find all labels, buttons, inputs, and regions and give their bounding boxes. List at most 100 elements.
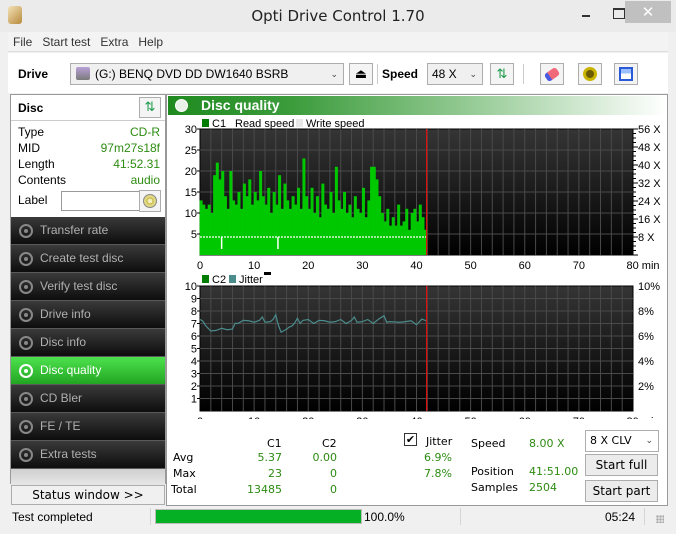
app-window: Opti Drive Control 1.70 ✕ File Start test… (0, 0, 676, 534)
c1-bar (397, 204, 401, 255)
nav-label: CD Bler (40, 391, 83, 405)
close-button[interactable]: ✕ (625, 1, 671, 23)
y-tick-label: 10 (185, 281, 197, 293)
settings-button[interactable] (578, 63, 602, 85)
menu-help[interactable]: Help (133, 32, 168, 49)
menu-start-test[interactable]: Start test (37, 32, 95, 49)
nav-create-test-disc[interactable]: Create test disc (11, 245, 165, 273)
c1-bar (370, 166, 374, 255)
nav-label: Extra tests (40, 447, 97, 461)
left-panel: Disc ⇅ Type CD-R MID 97m27s18f Length 41:52… (10, 94, 166, 491)
nav-disc-info[interactable]: Disc info (11, 329, 165, 357)
disc-icon (19, 280, 33, 294)
stats-header-c2: C2 (322, 437, 337, 450)
menu-file[interactable]: File (8, 32, 37, 49)
c1-bar (340, 208, 344, 255)
disc-icon (19, 448, 33, 462)
test-speed-select[interactable]: 8 X CLV ⌄ (585, 430, 659, 452)
legend-label-write-speed: Write speed (306, 118, 365, 130)
legend-label-read-speed: Read speed (235, 118, 294, 130)
write-label-button[interactable] (139, 190, 161, 212)
y-tick-label: 5 (191, 229, 197, 241)
c1-bar (242, 183, 246, 255)
position-label: Position (471, 465, 514, 478)
refresh-disc-button[interactable]: ⇅ (139, 97, 161, 118)
nav-disc-quality[interactable]: Disc quality (11, 357, 165, 385)
eject-button[interactable]: ⏏ (349, 63, 373, 85)
x-tick-label: 40 (410, 416, 422, 419)
title-bar: Opti Drive Control 1.70 ✕ (0, 0, 676, 32)
x-tick-label: 50 (465, 416, 477, 419)
drive-select-value: (G:) BENQ DVD DD DW1640 BSRB (95, 67, 289, 81)
refresh-speed-button[interactable]: ⇅ (490, 63, 514, 85)
stats-row-label: Total (171, 483, 197, 496)
nav-label: Transfer rate (40, 223, 109, 237)
y-tick-label: 7 (191, 319, 197, 331)
legend-swatch-jitter (229, 275, 236, 283)
c1-bar (256, 200, 260, 255)
disc-label-input[interactable] (61, 191, 143, 211)
info-key: Type (18, 125, 45, 139)
menu-extra[interactable]: Extra (95, 32, 133, 49)
nav-drive-info[interactable]: Drive info (11, 301, 165, 329)
erase-button[interactable] (540, 63, 564, 85)
c1-bar (348, 204, 352, 255)
jitter-checkbox[interactable]: ✔ (404, 433, 417, 446)
resize-grip-icon[interactable] (656, 515, 664, 523)
toolbar: Drive (G:) BENQ DVD DD DW1640 BSRB ⌄ ⏏ S… (8, 53, 668, 93)
nav-extra-tests[interactable]: Extra tests (11, 441, 165, 469)
c1-bar (345, 213, 349, 255)
x-tick-label: 60 (519, 416, 531, 419)
speed-select[interactable]: 48 X ⌄ (427, 63, 483, 85)
start-full-button[interactable]: Start full (585, 454, 658, 476)
legend-marker (264, 272, 271, 275)
c1-bar (343, 192, 347, 255)
y-tick-label: 10 (185, 208, 197, 220)
c1-bar (364, 217, 368, 255)
c1-bar (351, 217, 355, 255)
checkmark-icon: ✔ (405, 433, 416, 446)
stats-row-label: Avg (173, 451, 194, 464)
c1-bar (307, 208, 311, 255)
nav-fe-te[interactable]: FE / TE (11, 413, 165, 441)
c1-bar (223, 196, 227, 255)
y-tick-label: 6 (191, 331, 197, 343)
c1-bar (215, 162, 219, 255)
nav-transfer-rate[interactable]: Transfer rate (11, 217, 165, 245)
c1-bar (240, 208, 244, 255)
legend-label-c2: C2 (212, 274, 226, 286)
c1-bar (383, 221, 387, 255)
c1-bar (394, 225, 398, 255)
c1-bar (399, 225, 403, 255)
nav-verify-test-disc[interactable]: Verify test disc (11, 273, 165, 301)
minimize-button[interactable] (572, 1, 602, 23)
chevron-down-icon: ⌄ (469, 69, 477, 79)
menu-bar: File Start test Extra Help (8, 32, 668, 52)
disc-icon (19, 252, 33, 266)
c1-bar (337, 200, 341, 255)
info-value: 97m27s18f (100, 141, 160, 155)
y-tick-label: 30 (185, 124, 197, 136)
avg-c1: 5.37 (257, 451, 283, 464)
nav-cd-bler[interactable]: CD Bler (11, 385, 165, 413)
save-button[interactable] (614, 63, 638, 85)
c1-bar (391, 217, 395, 255)
y-tick-label: 3 (191, 369, 197, 381)
drive-select[interactable]: (G:) BENQ DVD DD DW1640 BSRB ⌄ (70, 63, 344, 85)
start-part-button[interactable]: Start part (585, 480, 658, 502)
status-window-button[interactable]: Status window >> (11, 485, 165, 505)
x-tick-label: 10 (248, 416, 260, 419)
c1-bar (204, 208, 208, 255)
c1-bar (386, 208, 390, 255)
nav-label: Disc info (40, 335, 87, 349)
c1-bar (286, 200, 290, 255)
c1-chart: 510152025308 X16 X24 X32 X40 X48 X56 X0 1… (185, 118, 662, 272)
info-key: Label (18, 193, 48, 207)
c1-bar (305, 196, 309, 255)
c1-bar (250, 204, 255, 255)
info-value: 41:52.31 (113, 157, 160, 171)
y-tick-label: 2 (191, 381, 197, 393)
status-divider (644, 508, 645, 525)
c1-bar (356, 208, 360, 255)
total-c2: 0 (330, 483, 337, 496)
